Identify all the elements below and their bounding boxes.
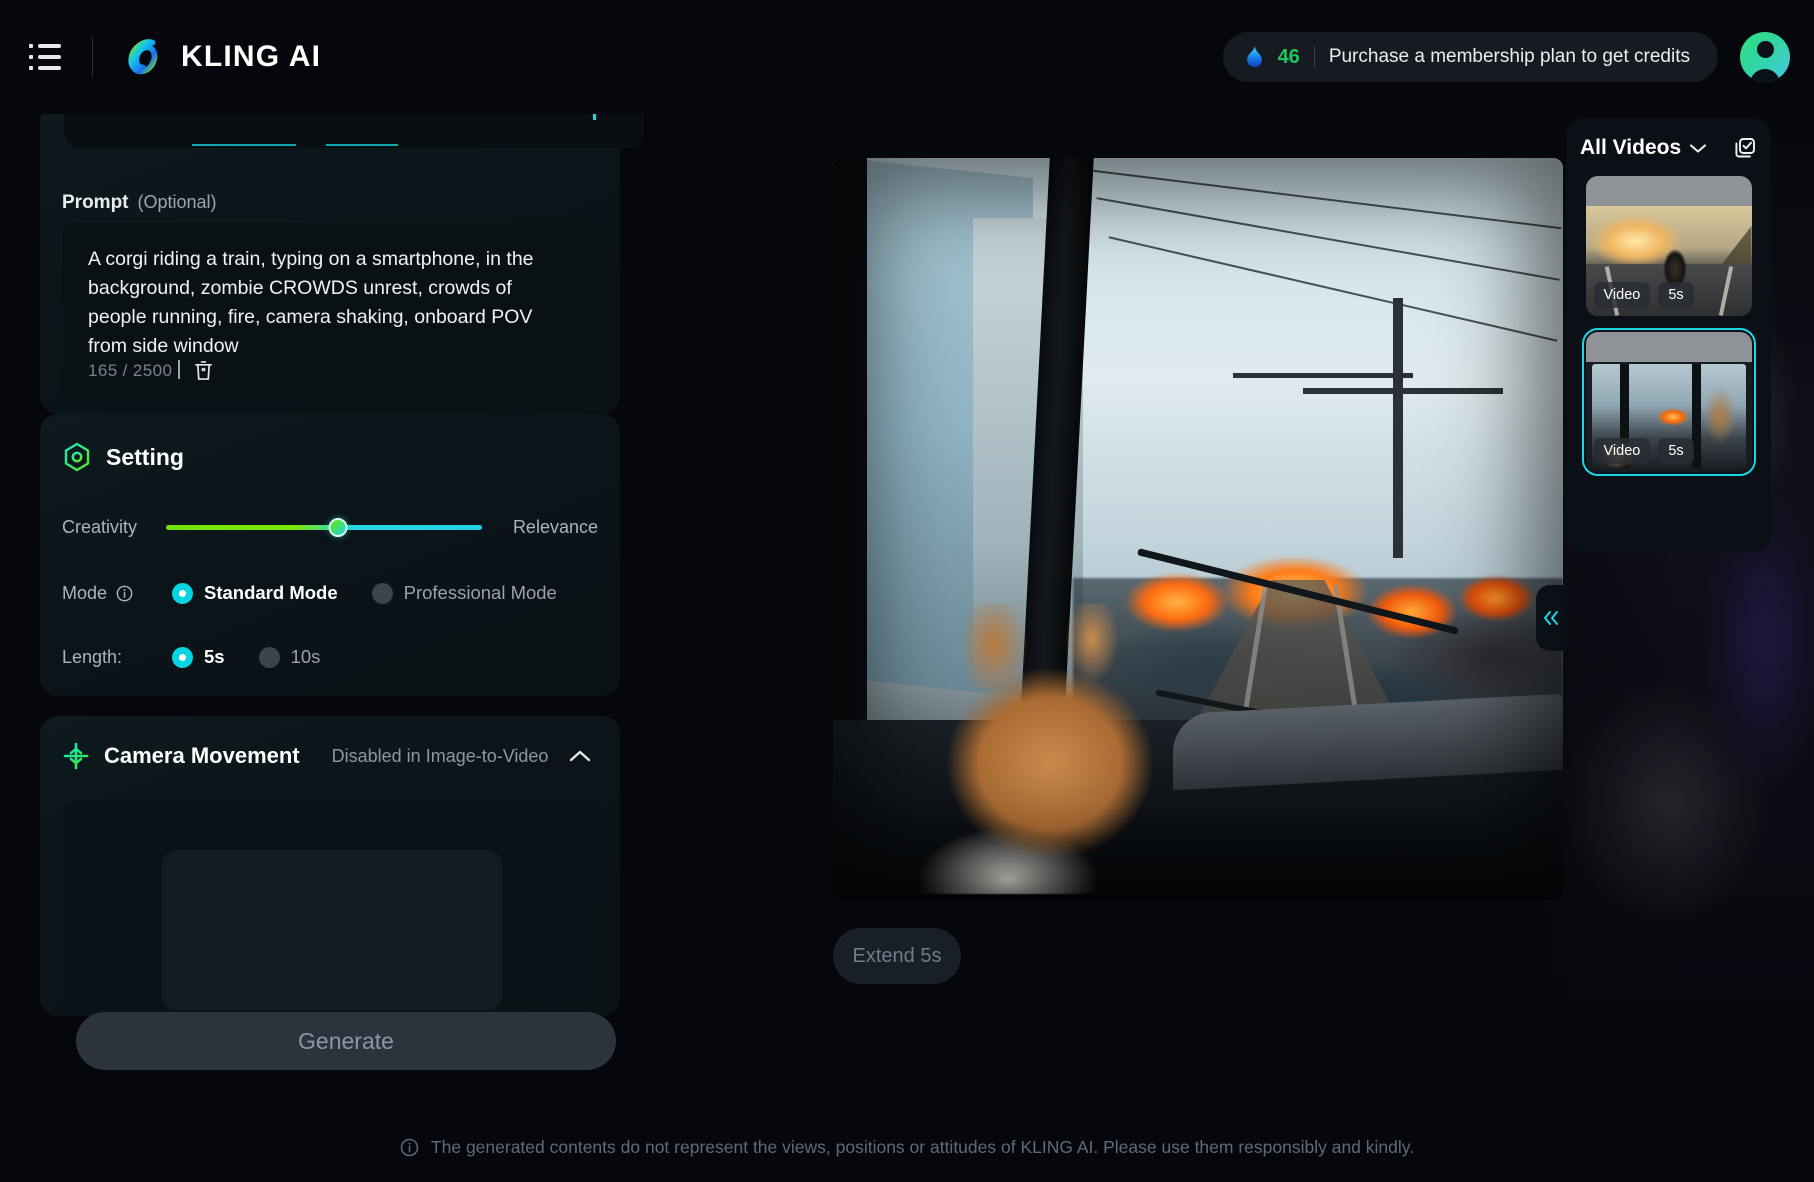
thumbnail-1-badges: Video 5s xyxy=(1593,282,1694,308)
videos-filter-title[interactable]: All Videos xyxy=(1580,136,1681,160)
brand-name: KLING AI xyxy=(181,40,322,73)
right-panel-collapse-button[interactable] xyxy=(1536,585,1566,651)
double-chevron-left-icon xyxy=(1544,611,1558,625)
mode-option-professional[interactable]: Professional Mode xyxy=(371,582,557,604)
thumbnail-2-type-badge: Video xyxy=(1593,438,1651,464)
mode-option-standard-label: Standard Mode xyxy=(204,582,338,603)
hexagon-settings-icon xyxy=(64,442,90,472)
length-option-10s[interactable]: 10s xyxy=(258,646,321,668)
sidebar-toggle-button[interactable] xyxy=(22,34,68,80)
pill-separator xyxy=(1313,46,1315,68)
videos-sidebar: All Videos Video 5s Video 5s xyxy=(1566,118,1771,552)
app-root: KLING AI 46 Purchase a membership plan t… xyxy=(0,0,1814,1182)
slider-track xyxy=(166,524,482,530)
length-option-5s[interactable]: 5s xyxy=(172,646,225,668)
setting-header: Setting xyxy=(62,442,598,472)
videos-sidebar-header: All Videos xyxy=(1580,136,1757,160)
relevance-label: Relevance xyxy=(512,516,598,537)
user-avatar-icon[interactable] xyxy=(1740,32,1790,82)
info-circle-icon xyxy=(400,1138,419,1157)
prompt-text-value: A corgi riding a train, typing on a smar… xyxy=(88,248,534,357)
radio-length-10s[interactable] xyxy=(258,646,280,668)
creativity-slider-row: Creativity Relevance xyxy=(62,516,598,538)
chevron-up-icon[interactable] xyxy=(568,749,592,763)
length-option-10s-label: 10s xyxy=(290,646,321,667)
prompt-label: Prompt xyxy=(62,192,129,213)
prompt-label-row: Prompt (Optional) xyxy=(62,192,217,214)
prompt-input[interactable]: A corgi riding a train, typing on a smar… xyxy=(62,223,598,395)
trash-icon[interactable] xyxy=(194,360,213,381)
radio-standard-mode[interactable] xyxy=(172,582,193,604)
camera-movement-preview xyxy=(162,850,502,1010)
video-thumbnail-1[interactable]: Video 5s xyxy=(1585,176,1752,316)
app-header: KLING AI 46 Purchase a membership plan t… xyxy=(0,0,1814,114)
generated-video-preview[interactable] xyxy=(833,158,1563,900)
flame-icon xyxy=(1246,46,1262,68)
creativity-slider[interactable] xyxy=(166,516,482,538)
setting-card: Setting Creativity Relevance Mode Standa… xyxy=(40,414,620,696)
prompt-footer: 165 / 2500 xyxy=(88,360,213,381)
video-thumbnail-2[interactable]: Video 5s xyxy=(1581,328,1756,476)
camera-movement-header[interactable]: Camera Movement Disabled in Image-to-Vid… xyxy=(62,742,598,770)
mode-option-standard[interactable]: Standard Mode xyxy=(172,582,338,604)
multi-select-icon[interactable] xyxy=(1733,136,1757,160)
camera-movement-note: Disabled in Image-to-Video xyxy=(331,745,549,766)
camera-movement-body xyxy=(62,800,598,1010)
camera-movement-icon xyxy=(63,742,89,770)
thumbnail-2-duration-badge: 5s xyxy=(1658,438,1694,464)
camera-movement-title: Camera Movement xyxy=(104,743,300,768)
radio-length-5s[interactable] xyxy=(172,646,193,668)
kling-infinity-logo xyxy=(128,39,158,75)
credits-purchase-button[interactable]: 46 Purchase a membership plan to get cre… xyxy=(1222,32,1718,82)
mode-label: Mode xyxy=(62,583,172,604)
prompt-card: Prompt (Optional) A corgi riding a train… xyxy=(40,104,644,414)
credits-message: Purchase a membership plan to get credit… xyxy=(1328,46,1690,67)
slider-thumb[interactable] xyxy=(328,517,348,537)
thumbnail-1-duration-badge: 5s xyxy=(1658,282,1694,308)
disclaimer-text: The generated contents do not represent … xyxy=(430,1137,1415,1157)
camera-movement-card: Camera Movement Disabled in Image-to-Vid… xyxy=(40,716,620,1016)
video-stage xyxy=(833,158,1563,900)
length-row: Length: 5s 10s xyxy=(62,646,598,668)
radio-professional-mode[interactable] xyxy=(371,582,393,604)
info-circle-icon[interactable] xyxy=(116,585,133,602)
generate-button[interactable]: Generate xyxy=(76,1012,616,1070)
length-label: Length: xyxy=(62,646,123,667)
mode-row: Mode Standard Mode Professional Mode xyxy=(62,582,598,604)
mode-option-professional-label: Professional Mode xyxy=(403,582,557,603)
list-menu-icon xyxy=(29,44,61,70)
credit-count: 46 xyxy=(1277,45,1300,68)
length-option-5s-label: 5s xyxy=(204,646,225,667)
brand-home-link[interactable]: KLING AI xyxy=(123,36,321,78)
header-actions: 46 Purchase a membership plan to get cre… xyxy=(1222,32,1790,82)
thumbnail-1-type-badge: Video xyxy=(1593,282,1651,308)
prompt-optional-hint: (Optional) xyxy=(137,192,217,212)
extend-video-button[interactable]: Extend 5s xyxy=(833,928,961,984)
setting-title: Setting xyxy=(106,443,184,470)
left-control-panel: Prompt (Optional) A corgi riding a train… xyxy=(40,104,668,1104)
chevron-down-icon[interactable] xyxy=(1689,143,1707,154)
disclaimer-footer: The generated contents do not represent … xyxy=(0,1137,1814,1158)
creativity-label: Creativity xyxy=(62,516,138,537)
thumbnail-2-badges: Video 5s xyxy=(1593,438,1694,464)
character-counter: 165 / 2500 xyxy=(88,360,180,381)
header-divider xyxy=(92,37,93,77)
